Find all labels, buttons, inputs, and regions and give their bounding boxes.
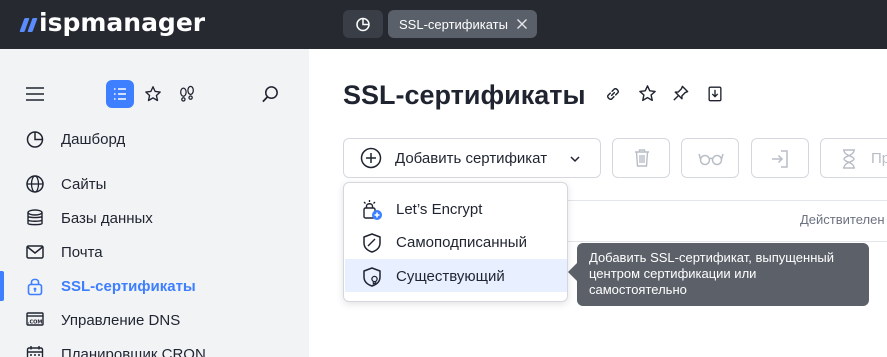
- sidebar-item-dashboard[interactable]: Дашборд: [0, 124, 309, 154]
- dashboard-icon: [356, 17, 370, 32]
- sidebar-item-ssl-certificates[interactable]: SSL-сертификаты: [0, 271, 309, 301]
- active-indicator: [0, 271, 4, 301]
- renew-button-label: Пр: [871, 150, 887, 167]
- sidebar-item-label: Управление DNS: [61, 311, 181, 329]
- add-certificate-label: Добавить сертификат: [395, 150, 548, 167]
- search-icon[interactable]: [261, 85, 280, 104]
- lets-encrypt-icon: [363, 200, 382, 220]
- renew-button[interactable]: Пр: [820, 138, 887, 178]
- favorite-star-icon[interactable]: [638, 84, 657, 103]
- logo-mark: [19, 17, 38, 32]
- tooltip: Добавить SSL-сертификат, выпущенный цент…: [568, 243, 869, 306]
- sidebar-item-label: SSL-сертификаты: [61, 277, 196, 295]
- view-button[interactable]: [681, 138, 739, 178]
- sidebar: Дашборд Сайты Базы данных Почта SSL-серт…: [0, 49, 309, 357]
- lock-icon: [27, 278, 43, 296]
- menu-icon[interactable]: [25, 86, 45, 102]
- delete-button[interactable]: [612, 138, 670, 178]
- dropdown-item-self-signed[interactable]: Самоподписанный: [345, 225, 567, 258]
- table-header-border: [568, 200, 887, 201]
- sidebar-item-mail[interactable]: Почта: [0, 237, 309, 267]
- sidebar-item-label: Дашборд: [61, 130, 126, 148]
- dropdown-item-label: Самоподписанный: [396, 234, 527, 251]
- sidebar-item-label: Базы данных: [61, 209, 153, 227]
- link-icon[interactable]: [604, 85, 622, 103]
- list-view-button[interactable]: [106, 80, 134, 108]
- certificate-shield-icon: [363, 267, 381, 287]
- globe-icon: [26, 175, 44, 193]
- dropdown-item-existing[interactable]: Существующий: [345, 259, 567, 292]
- sidebar-item-cron[interactable]: Планировщик CRON: [0, 339, 309, 357]
- chevron-down-icon: [570, 156, 580, 163]
- plus-circle-icon: [360, 147, 382, 169]
- tab-label: SSL-сертификаты: [399, 16, 508, 32]
- add-certificate-dropdown: Let’s Encrypt Самоподписанный Существующ…: [343, 182, 568, 302]
- hourglass-icon: [843, 149, 855, 169]
- trash-icon: [635, 149, 649, 167]
- tooltip-text: Добавить SSL-сертификат, выпущенный цент…: [589, 250, 835, 297]
- login-button[interactable]: [751, 138, 809, 178]
- pin-icon[interactable]: [671, 84, 690, 103]
- dropdown-item-label: Let’s Encrypt: [396, 201, 483, 218]
- database-icon: [27, 209, 43, 226]
- shield-icon: [363, 233, 381, 253]
- mail-icon: [26, 245, 44, 259]
- footprints-icon[interactable]: [178, 85, 196, 103]
- dashboard-tab[interactable]: [343, 10, 383, 38]
- export-icon[interactable]: [706, 84, 724, 103]
- sidebar-item-label: Сайты: [61, 175, 107, 193]
- login-icon: [772, 150, 788, 168]
- sidebar-item-label: Почта: [61, 243, 103, 261]
- tab-ssl-certificates[interactable]: SSL-сертификаты: [388, 10, 537, 38]
- app-logo[interactable]: ispmanager: [19, 8, 206, 37]
- sidebar-item-dns[interactable]: .COM Управление DNS: [0, 305, 309, 335]
- logo-text: ispmanager: [39, 8, 206, 37]
- star-icon[interactable]: [144, 85, 162, 103]
- dns-icon: .COM: [26, 312, 44, 326]
- add-certificate-button[interactable]: Добавить сертификат: [343, 138, 601, 178]
- glasses-icon: [698, 153, 724, 166]
- sidebar-item-sites[interactable]: Сайты: [0, 169, 309, 199]
- dashboard-icon: [26, 131, 44, 148]
- column-header-valid-until[interactable]: Действителен: [800, 212, 885, 227]
- sidebar-item-databases[interactable]: Базы данных: [0, 203, 309, 233]
- dropdown-item-lets-encrypt[interactable]: Let’s Encrypt: [345, 192, 567, 225]
- svg-text:.COM: .COM: [28, 320, 43, 326]
- list-view-icon: [114, 88, 126, 100]
- top-bar: ispmanager SSL-сертификаты: [0, 0, 887, 49]
- dropdown-item-label: Существующий: [396, 268, 505, 285]
- table-header-border: [568, 241, 887, 242]
- sidebar-item-label: Планировщик CRON: [61, 345, 206, 357]
- page-title: SSL-сертификаты: [343, 80, 586, 110]
- close-icon[interactable]: [515, 17, 529, 31]
- calendar-icon: [26, 346, 44, 357]
